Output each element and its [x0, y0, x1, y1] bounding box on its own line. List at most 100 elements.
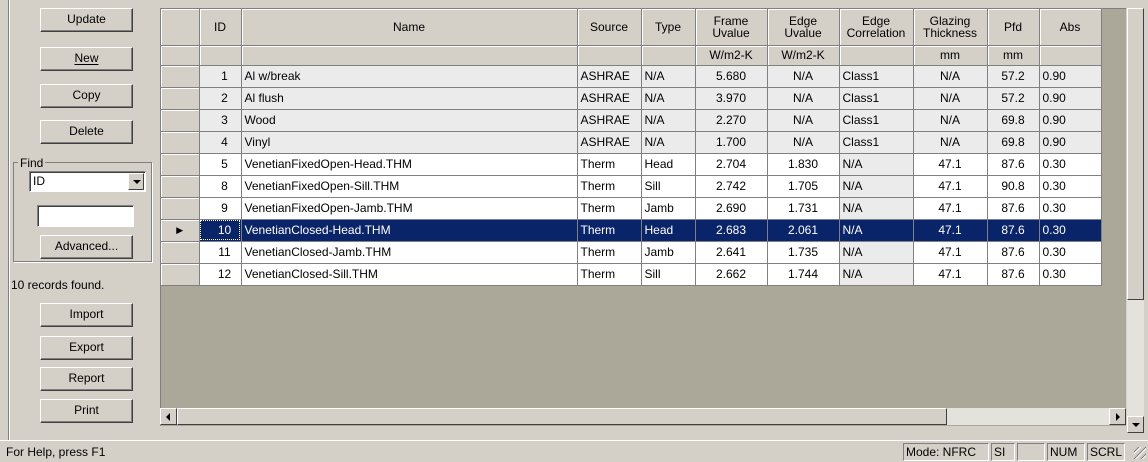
table-cell[interactable]: N/A: [641, 109, 696, 132]
table-cell[interactable]: 0.90: [1039, 65, 1102, 88]
table-cell[interactable]: 69.8: [987, 131, 1040, 154]
find-field-select[interactable]: ID: [29, 171, 146, 192]
table-cell[interactable]: Head: [641, 153, 696, 176]
column-header[interactable]: Abs: [1039, 9, 1102, 46]
row-selector[interactable]: [161, 65, 200, 88]
table-cell[interactable]: 2: [199, 87, 242, 110]
table-cell[interactable]: N/A: [839, 263, 914, 286]
table-cell[interactable]: 0.90: [1039, 87, 1102, 110]
table-cell[interactable]: Therm: [577, 197, 642, 220]
horizontal-scroll-thumb[interactable]: [177, 408, 947, 425]
column-header[interactable]: Source: [577, 9, 642, 46]
table-cell[interactable]: VenetianFixedOpen-Head.THM: [241, 153, 578, 176]
export-button[interactable]: Export: [40, 336, 133, 360]
copy-button[interactable]: Copy: [40, 84, 133, 108]
table-cell[interactable]: Class1: [839, 65, 914, 88]
table-cell[interactable]: Vinyl: [241, 131, 578, 154]
table-cell[interactable]: 0.30: [1039, 175, 1102, 198]
table-cell[interactable]: Class1: [839, 131, 914, 154]
table-cell[interactable]: 3.970: [695, 87, 768, 110]
table-cell[interactable]: N/A: [641, 131, 696, 154]
scroll-right-icon[interactable]: [1109, 408, 1126, 425]
table-cell[interactable]: N/A: [839, 197, 914, 220]
table-cell[interactable]: Al flush: [241, 87, 578, 110]
find-input[interactable]: [37, 205, 134, 227]
vertical-scrollbar[interactable]: [1127, 8, 1144, 433]
row-selector[interactable]: [161, 87, 200, 110]
table-cell[interactable]: 90.8: [987, 175, 1040, 198]
table-cell[interactable]: 3: [199, 109, 242, 132]
table-cell[interactable]: Therm: [577, 219, 642, 242]
column-header[interactable]: Pfd: [987, 9, 1040, 46]
table-cell[interactable]: ASHRAE: [577, 109, 642, 132]
table-cell[interactable]: Sill: [641, 175, 696, 198]
table-cell[interactable]: 2.270: [695, 109, 768, 132]
table-cell[interactable]: 87.6: [987, 219, 1040, 242]
table-cell[interactable]: 47.1: [913, 153, 988, 176]
table-cell[interactable]: 11: [199, 241, 242, 264]
table-cell[interactable]: 57.2: [987, 87, 1040, 110]
table-row[interactable]: 5 VenetianFixedOpen-Head.THM Therm Head 2.70…: [161, 153, 1102, 176]
row-selector[interactable]: [161, 175, 200, 198]
table-cell[interactable]: 1.830: [767, 153, 840, 176]
table-cell[interactable]: 69.8: [987, 109, 1040, 132]
table-cell[interactable]: 2.742: [695, 175, 768, 198]
table-cell[interactable]: N/A: [839, 153, 914, 176]
table-cell[interactable]: N/A: [913, 87, 988, 110]
vertical-scroll-thumb[interactable]: [1127, 8, 1144, 300]
table-cell[interactable]: ASHRAE: [577, 87, 642, 110]
table-row[interactable]: 2 Al flush ASHRAE N/A 3.970 N/A Class1 N/A 57.2 0…: [161, 87, 1102, 110]
table-cell[interactable]: 47.1: [913, 197, 988, 220]
table-cell[interactable]: N/A: [839, 241, 914, 264]
table-row[interactable]: 11 VenetianClosed-Jamb.THM Therm Jamb 2.641 1…: [161, 241, 1102, 264]
table-cell[interactable]: 87.6: [987, 153, 1040, 176]
column-header[interactable]: Frame Uvalue: [695, 9, 768, 46]
new-button[interactable]: New: [40, 47, 133, 71]
horizontal-scrollbar[interactable]: [160, 408, 1126, 425]
column-header[interactable]: ID: [199, 9, 242, 46]
table-cell[interactable]: 87.6: [987, 263, 1040, 286]
column-header[interactable]: Name: [241, 9, 578, 46]
table-cell[interactable]: 1.744: [767, 263, 840, 286]
table-cell[interactable]: 4: [199, 131, 242, 154]
table-cell[interactable]: 2.683: [695, 219, 768, 242]
table-cell[interactable]: 0.90: [1039, 131, 1102, 154]
table-cell[interactable]: 87.6: [987, 241, 1040, 264]
import-button[interactable]: Import: [40, 303, 133, 327]
table-cell[interactable]: 47.1: [913, 175, 988, 198]
table-cell[interactable]: 5.680: [695, 65, 768, 88]
column-header[interactable]: Glazing Thickness: [913, 9, 988, 46]
table-cell[interactable]: 1.700: [695, 131, 768, 154]
table-row[interactable]: 12 VenetianClosed-Sill.THM Therm Sill 2.662 1…: [161, 263, 1102, 286]
table-cell[interactable]: 12: [199, 263, 242, 286]
table-cell[interactable]: 0.30: [1039, 197, 1102, 220]
table-cell[interactable]: ASHRAE: [577, 131, 642, 154]
table-cell[interactable]: VenetianFixedOpen-Sill.THM: [241, 175, 578, 198]
table-cell[interactable]: N/A: [839, 175, 914, 198]
table-cell[interactable]: 9: [199, 197, 242, 220]
scroll-down-icon[interactable]: [1127, 416, 1144, 433]
table-cell[interactable]: 47.1: [913, 219, 988, 242]
table-cell[interactable]: 1.705: [767, 175, 840, 198]
print-button[interactable]: Print: [40, 399, 133, 423]
table-cell[interactable]: VenetianFixedOpen-Jamb.THM: [241, 197, 578, 220]
table-cell[interactable]: 0.30: [1039, 263, 1102, 286]
table-row[interactable]: 9 VenetianFixedOpen-Jamb.THM Therm Jamb 2.69…: [161, 197, 1102, 220]
table-cell[interactable]: Al w/break: [241, 65, 578, 88]
row-selector[interactable]: [161, 131, 200, 154]
resize-grip-icon[interactable]: [1134, 447, 1146, 459]
table-cell[interactable]: 47.1: [913, 241, 988, 264]
table-cell[interactable]: VenetianClosed-Jamb.THM: [241, 241, 578, 264]
table-cell[interactable]: 47.1: [913, 263, 988, 286]
table-cell[interactable]: 5: [199, 153, 242, 176]
table-row[interactable]: 8 VenetianFixedOpen-Sill.THM Therm Sill 2.74…: [161, 175, 1102, 198]
table-cell[interactable]: Jamb: [641, 197, 696, 220]
row-selector[interactable]: ▶: [161, 219, 200, 242]
table-cell[interactable]: N/A: [913, 131, 988, 154]
table-cell[interactable]: N/A: [641, 87, 696, 110]
column-header[interactable]: Edge Uvalue: [767, 9, 840, 46]
table-cell[interactable]: 2.641: [695, 241, 768, 264]
row-selector[interactable]: [161, 263, 200, 286]
table-cell[interactable]: VenetianClosed-Head.THM: [241, 219, 578, 242]
table-cell[interactable]: 10: [199, 219, 242, 242]
